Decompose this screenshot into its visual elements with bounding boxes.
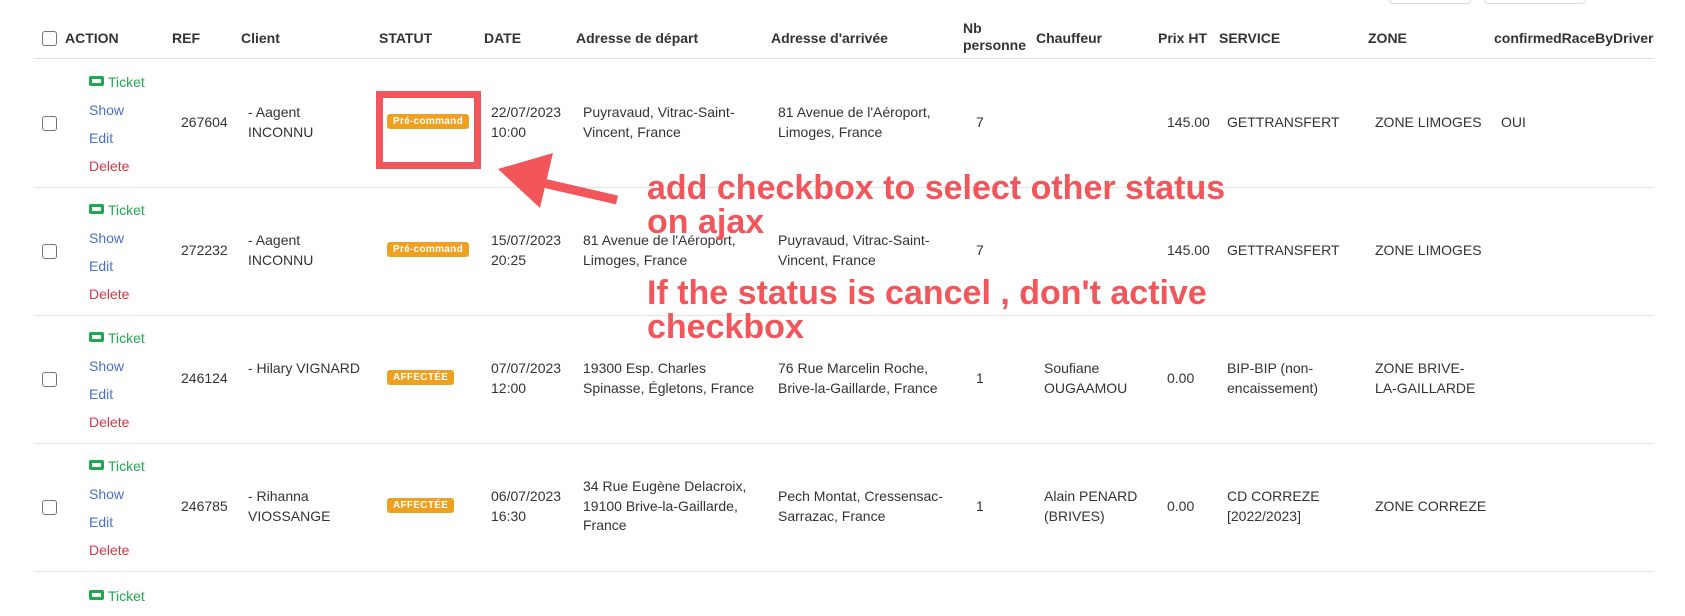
annotation-line-4: checkbox	[647, 308, 804, 346]
annotation-line-1: add checkbox to select other status	[647, 169, 1226, 207]
annotation-line-3: If the status is cancel , don't active	[647, 274, 1207, 312]
annotation-line-2: on ajax	[647, 203, 765, 241]
